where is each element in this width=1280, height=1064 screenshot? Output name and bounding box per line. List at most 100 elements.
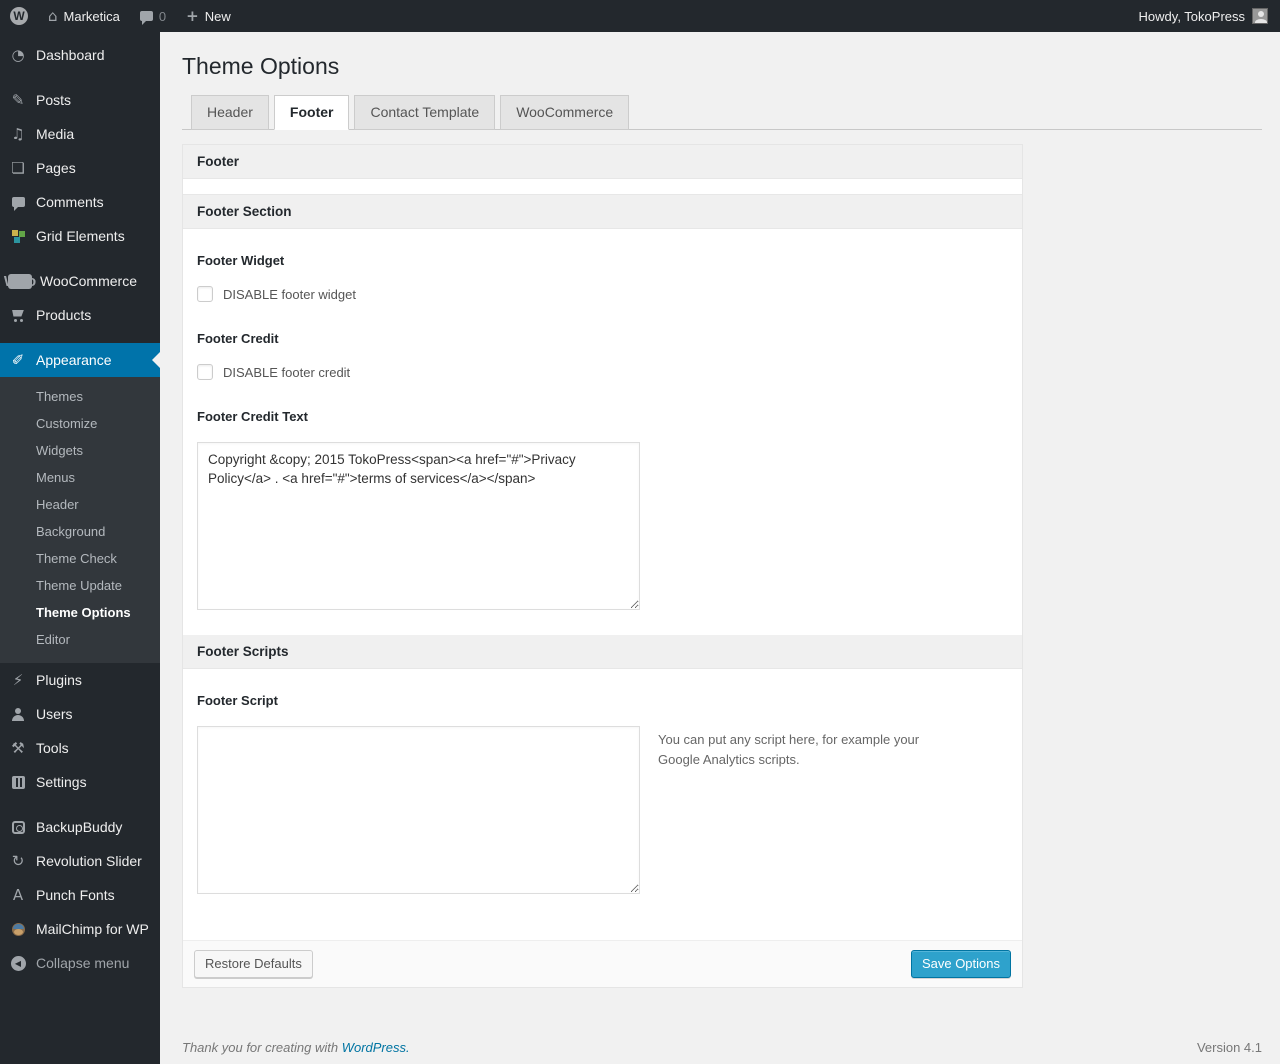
disable-footer-credit-checkbox[interactable] [197, 364, 213, 380]
page-title: Theme Options [182, 53, 340, 79]
thanks-text: Thank you for creating with [182, 1040, 339, 1055]
tab-header[interactable]: Header [191, 95, 269, 130]
appearance-icon: ✐ [11, 351, 25, 369]
new-label: New [204, 8, 231, 24]
section-footer-title: Footer Section [183, 195, 1022, 229]
sidebar-label: Settings [36, 774, 87, 790]
sidebar-item-woocommerce[interactable]: Woo WooCommerce [0, 264, 160, 298]
tab-footer[interactable]: Footer [273, 95, 350, 130]
sidebar-item-posts[interactable]: ✎ Posts [0, 83, 160, 117]
sidebar-label: Punch Fonts [36, 887, 115, 903]
plugin-icon: ⚡ [12, 671, 24, 689]
plus-icon: + [186, 6, 199, 25]
tab-woocommerce[interactable]: WooCommerce [500, 95, 630, 130]
sidebar-label: Comments [36, 194, 104, 210]
footer-script-help: You can put any script here, for example… [658, 732, 920, 768]
users-icon [8, 707, 28, 721]
menu-separator [0, 332, 160, 343]
submenu-item-menus[interactable]: Menus [0, 464, 160, 491]
main-content: Theme Options Header Footer Contact Temp… [160, 0, 1280, 1064]
new-content-menu[interactable]: + New [176, 0, 241, 32]
submenu-item-theme-update[interactable]: Theme Update [0, 572, 160, 599]
tab-bar: Header Footer Contact Template WooCommer… [182, 95, 1262, 130]
sidebar-label: Media [36, 126, 75, 142]
sidebar-item-dashboard[interactable]: ◔ Dashboard [0, 38, 160, 72]
sidebar-label: WooCommerce [40, 273, 137, 289]
footer-script-input[interactable] [197, 726, 640, 894]
save-options-button[interactable]: Save Options [910, 950, 1011, 978]
sidebar-label: BackupBuddy [36, 819, 123, 835]
submenu-item-themes[interactable]: Themes [0, 383, 160, 410]
sidebar-label: Plugins [36, 672, 82, 688]
backup-icon [8, 820, 28, 834]
comment-bubble-icon [139, 11, 153, 25]
tab-contact-template[interactable]: Contact Template [354, 95, 496, 130]
admin-bar: W ⌂ Marketica 0 + New Howdy, TokoPress [0, 0, 1280, 32]
disable-footer-widget-label[interactable]: DISABLE footer widget [223, 287, 356, 302]
sidebar-label: Grid Elements [36, 228, 125, 244]
wordpress-menu[interactable]: W [0, 0, 38, 32]
collapse-label: Collapse menu [36, 955, 130, 971]
submenu-item-editor[interactable]: Editor [0, 626, 160, 653]
comments-icon [8, 197, 28, 211]
sidebar-item-punch-fonts[interactable]: A Punch Fonts [0, 878, 160, 912]
sidebar-item-plugins[interactable]: ⚡ Plugins [0, 663, 160, 697]
footer-credit-label: Footer Credit [197, 331, 279, 346]
collapse-menu-button[interactable]: ◀ Collapse menu [0, 946, 160, 980]
sidebar-item-media[interactable]: ♫ Media [0, 117, 160, 151]
comment-count: 0 [158, 8, 167, 24]
tools-icon: ⚒ [11, 739, 25, 757]
sidebar-item-settings[interactable]: Settings [0, 765, 160, 799]
sidebar-label: Tools [36, 740, 69, 756]
menu-separator [0, 799, 160, 810]
panel-title: Footer [183, 145, 1022, 179]
disable-footer-credit-label[interactable]: DISABLE footer credit [223, 365, 350, 380]
home-icon: ⌂ [48, 6, 58, 25]
pages-icon: ❏ [11, 159, 25, 177]
user-avatar[interactable] [1252, 8, 1268, 24]
sidebar-item-backupbuddy[interactable]: BackupBuddy [0, 810, 160, 844]
panel-footer: Restore Defaults Save Options [183, 940, 1022, 987]
sidebar-label: Products [36, 307, 92, 323]
sidebar-item-grid-elements[interactable]: Grid Elements [0, 219, 160, 253]
media-icon: ♫ [11, 125, 25, 143]
sidebar-item-appearance[interactable]: ✐ Appearance [0, 343, 160, 377]
footer-widget-label: Footer Widget [197, 253, 285, 268]
sidebar-item-pages[interactable]: ❏ Pages [0, 151, 160, 185]
footer-credit-text-label: Footer Credit Text [197, 409, 308, 424]
restore-defaults-button[interactable]: Restore Defaults [194, 950, 313, 978]
sidebar-item-revolution-slider[interactable]: ↻ Revolution Slider [0, 844, 160, 878]
wordpress-logo-icon: W [10, 7, 28, 25]
sidebar-label: MailChimp for WP [36, 921, 149, 937]
sidebar-label: Revolution Slider [36, 853, 142, 869]
sidebar-item-comments[interactable]: Comments [0, 185, 160, 219]
submenu-item-background[interactable]: Background [0, 518, 160, 545]
submenu-item-theme-options[interactable]: Theme Options [0, 599, 160, 626]
submenu-item-header[interactable]: Header [0, 491, 160, 518]
comments-shortcut[interactable]: 0 [130, 0, 176, 32]
submenu-item-customize[interactable]: Customize [0, 410, 160, 437]
menu-separator [0, 253, 160, 264]
site-link[interactable]: ⌂ Marketica [38, 0, 130, 32]
letter-a-icon: A [12, 886, 24, 904]
cart-icon [8, 309, 28, 322]
sidebar-label: Appearance [36, 352, 112, 368]
disable-footer-widget-checkbox[interactable] [197, 286, 213, 302]
sidebar-label: Pages [36, 160, 76, 176]
submenu-item-theme-check[interactable]: Theme Check [0, 545, 160, 572]
appearance-submenu: Themes Customize Widgets Menus Header Ba… [0, 377, 160, 663]
menu-separator [0, 72, 160, 83]
sidebar-item-users[interactable]: Users [0, 697, 160, 731]
sidebar-item-products[interactable]: Products [0, 298, 160, 332]
wordpress-link[interactable]: WordPress. [342, 1040, 410, 1055]
footer-credit-text-input[interactable]: Copyright &copy; 2015 TokoPress<span><a … [197, 442, 640, 610]
howdy-text[interactable]: Howdy, TokoPress [1139, 9, 1245, 24]
woocommerce-icon: Woo [3, 272, 37, 290]
submenu-item-widgets[interactable]: Widgets [0, 437, 160, 464]
sidebar-item-mailchimp[interactable]: MailChimp for WP [0, 912, 160, 946]
dashboard-icon: ◔ [11, 46, 25, 64]
sidebar-item-tools[interactable]: ⚒ Tools [0, 731, 160, 765]
settings-icon [8, 775, 28, 789]
admin-sidebar: ◔ Dashboard ✎ Posts ♫ Media ❏ Pages Comm… [0, 32, 160, 1064]
mailchimp-icon [8, 922, 28, 936]
